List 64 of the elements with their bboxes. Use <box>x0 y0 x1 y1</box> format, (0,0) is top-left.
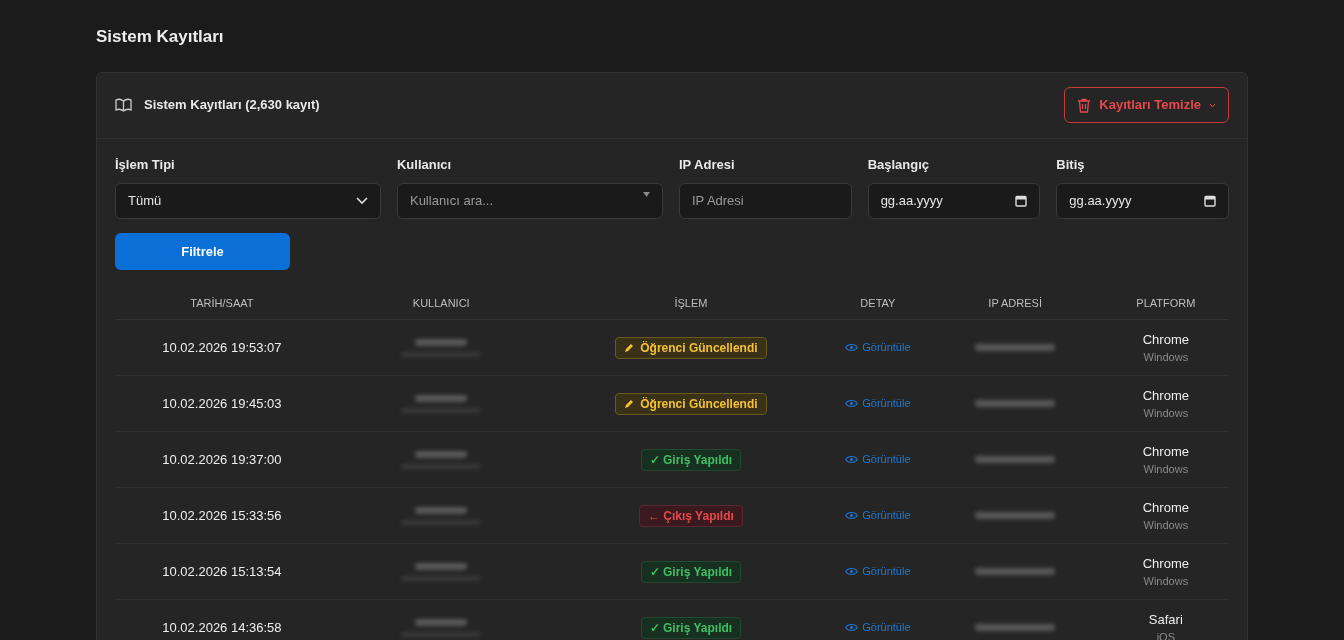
pencil-icon <box>624 398 635 409</box>
column-header: TARİH/SAAT <box>190 296 254 312</box>
timestamp: 10.02.2026 14:36:58 <box>162 618 282 637</box>
eye-icon <box>845 455 859 464</box>
view-link[interactable]: Görüntüle <box>845 395 911 412</box>
filter-button[interactable]: Filtrele <box>115 233 290 270</box>
column-header: IP ADRESİ <box>988 296 1042 312</box>
timestamp: 10.02.2026 15:33:56 <box>162 506 282 525</box>
action-badge: Öğrenci Güncellendi <box>615 392 767 415</box>
os-name: Windows <box>1143 350 1189 365</box>
os-name: Windows <box>1143 518 1189 533</box>
eye-icon <box>845 623 859 632</box>
os-name: Windows <box>1143 406 1189 421</box>
column-header: DETAY <box>860 296 896 312</box>
field-label: Başlangıç <box>867 155 931 174</box>
view-link[interactable]: Görüntüle <box>845 339 911 356</box>
os-name: Windows <box>1143 462 1189 477</box>
calendar-icon <box>1015 195 1028 207</box>
os-name: Windows <box>1143 574 1189 589</box>
column-header: KULLANICI <box>412 296 470 312</box>
eye-icon <box>845 511 859 520</box>
action-badge: ✓ Giriş Yapıldı <box>640 448 742 471</box>
date-field[interactable]: gg.aa.yyyy <box>867 183 1041 219</box>
date-field[interactable]: gg.aa.yyyy <box>1056 183 1229 219</box>
chevron-down-icon <box>1209 102 1216 108</box>
book-icon <box>115 98 132 112</box>
browser-name: Chrome <box>1142 386 1189 405</box>
field-label: Bitiş <box>1056 155 1086 174</box>
browser-name: Chrome <box>1142 442 1189 461</box>
calendar-icon <box>1204 195 1216 207</box>
view-link[interactable]: Görüntüle <box>845 507 911 524</box>
browser-name: Chrome <box>1142 330 1189 349</box>
page-title: Sistem Kayıtları <box>96 26 225 48</box>
action-badge: Öğrenci Güncellendi <box>615 336 767 359</box>
clear-logs-button[interactable]: Kayıtları Temizle <box>1064 87 1229 123</box>
timestamp: 10.02.2026 19:53:07 <box>162 338 282 357</box>
pencil-icon <box>624 342 635 353</box>
action-badge: ← Çıkış Yapıldı <box>639 504 743 527</box>
browser-name: Chrome <box>1142 498 1189 517</box>
trash-icon <box>1077 97 1092 113</box>
timestamp: 10.02.2026 19:45:03 <box>162 394 282 413</box>
field-label: IP Adresi <box>678 155 736 174</box>
action-badge: ✓ Giriş Yapıldı <box>640 616 742 639</box>
eye-icon <box>845 399 859 408</box>
user-search-field[interactable]: Kullanıcı ara... <box>396 183 663 219</box>
view-link[interactable]: Görüntüle <box>845 451 911 468</box>
browser-name: Safari <box>1148 610 1183 629</box>
field-label: Kullanıcı <box>396 155 453 174</box>
view-link[interactable]: Görüntüle <box>845 619 911 636</box>
type-select[interactable]: Tümü <box>115 183 381 219</box>
eye-icon <box>845 343 859 352</box>
eye-icon <box>845 567 859 576</box>
ip-field[interactable]: IP Adresi <box>678 183 852 219</box>
caret-icon <box>642 192 650 197</box>
field-label: İşlem Tipi <box>115 155 176 174</box>
column-header: İŞLEM <box>674 296 708 312</box>
chevron-down-icon <box>355 197 368 205</box>
browser-name: Chrome <box>1142 554 1189 573</box>
column-header: PLATFORM <box>1136 296 1196 312</box>
view-link[interactable]: Görüntüle <box>845 563 911 580</box>
card-title: Sistem Kayıtları (2,630 kayıt) <box>144 96 320 115</box>
timestamp: 10.02.2026 19:37:00 <box>162 450 282 469</box>
timestamp: 10.02.2026 15:13:54 <box>162 562 282 581</box>
action-badge: ✓ Giriş Yapıldı <box>640 560 742 583</box>
